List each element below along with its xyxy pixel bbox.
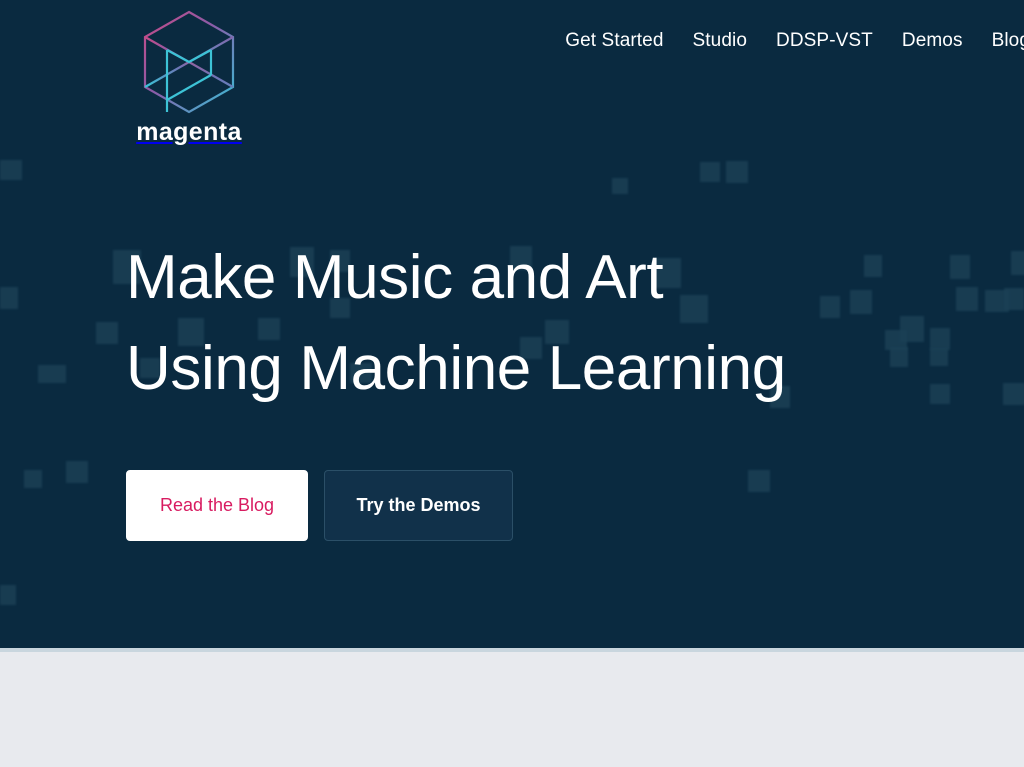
main-navigation: Get Started Studio DDSP-VST Demos Blog	[565, 27, 1024, 55]
headline-line-1: Make Music and Art	[126, 243, 664, 312]
site-header: magenta Get Started Studio DDSP-VST Demo…	[0, 0, 1024, 160]
decorative-block	[1003, 383, 1024, 405]
decorative-block	[0, 287, 18, 309]
decorative-block	[38, 365, 66, 383]
logo-wordmark: magenta	[136, 118, 242, 146]
nav-get-started[interactable]: Get Started	[565, 27, 663, 55]
decorative-block	[985, 290, 1009, 312]
page-root: magenta Get Started Studio DDSP-VST Demo…	[0, 0, 1024, 767]
decorative-block	[0, 585, 16, 605]
section-divider	[0, 648, 1024, 652]
nav-ddsp-vst[interactable]: DDSP-VST	[776, 27, 873, 55]
decorative-block	[1004, 288, 1024, 310]
decorative-block	[0, 160, 22, 180]
lower-section	[0, 652, 1024, 767]
hero-content: Make Music and Art Using Machine Learnin…	[126, 232, 986, 541]
decorative-block	[612, 178, 628, 194]
decorative-block	[700, 162, 720, 182]
logo-link[interactable]: magenta	[126, 6, 252, 145]
decorative-block	[1011, 251, 1024, 275]
decorative-block	[726, 161, 748, 183]
hero-cta-row: Read the Blog Try the Demos	[126, 470, 986, 541]
try-the-demos-button[interactable]: Try the Demos	[324, 470, 513, 541]
page-title: Make Music and Art Using Machine Learnin…	[126, 232, 986, 414]
read-the-blog-button[interactable]: Read the Blog	[126, 470, 308, 541]
nav-blog[interactable]: Blog	[992, 27, 1024, 55]
decorative-block	[24, 470, 42, 488]
decorative-block	[66, 461, 88, 483]
nav-demos[interactable]: Demos	[902, 27, 963, 55]
headline-line-2: Using Machine Learning	[126, 334, 786, 403]
nav-studio[interactable]: Studio	[693, 27, 747, 55]
decorative-block	[96, 322, 118, 344]
magenta-hexagon-logo-icon	[143, 10, 235, 114]
